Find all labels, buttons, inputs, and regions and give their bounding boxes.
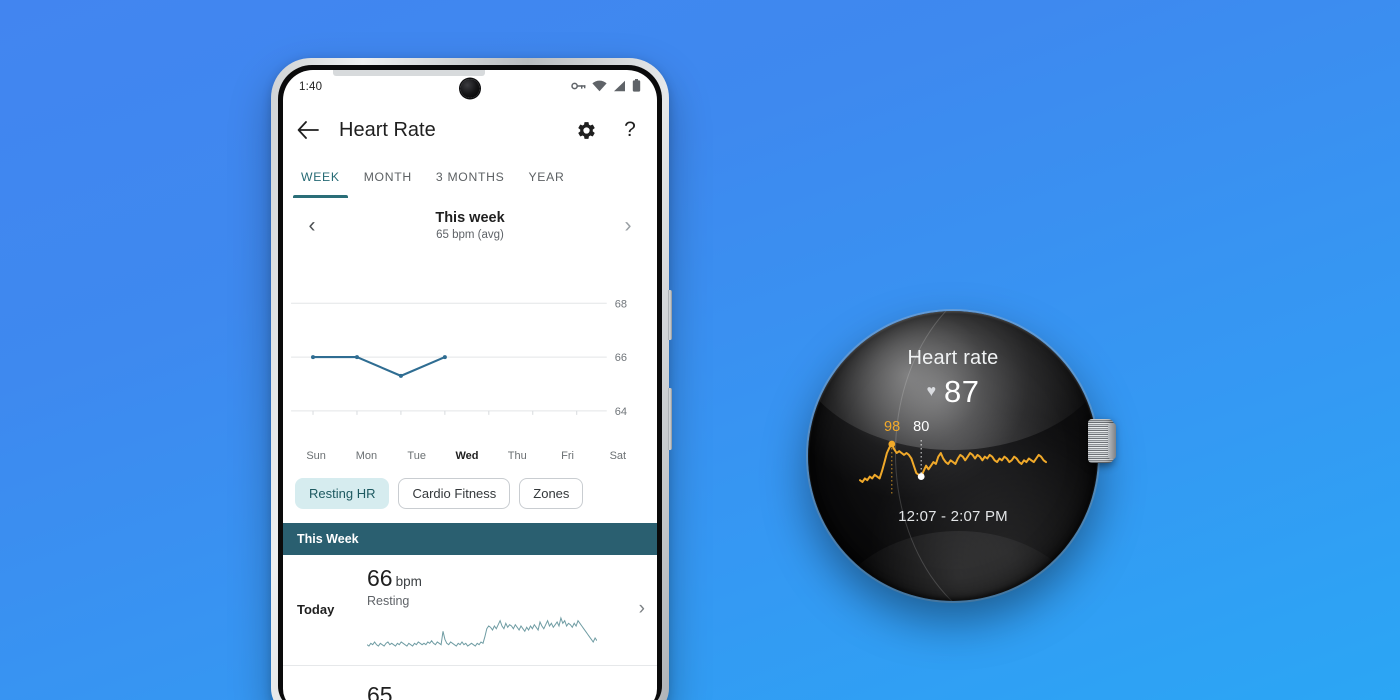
svg-text:68: 68	[615, 298, 627, 310]
watch-bpm-value: 87	[944, 374, 980, 409]
watch-max-bpm: 98	[884, 419, 901, 435]
watch-graph-guidelines	[891, 440, 922, 494]
tab-week[interactable]: WEEK	[289, 156, 352, 198]
smartwatch-device: Heart rate ♥ 87 98 80 12:07 - 2:07 PM	[808, 311, 1116, 601]
chart-y-tick-labels: 64 66 68	[615, 298, 627, 418]
front-camera-punch-hole	[460, 79, 480, 98]
svg-text:64: 64	[615, 406, 627, 418]
row-bpm-value: 66 bpm	[367, 565, 633, 592]
day-label-sat: Sat	[609, 450, 627, 462]
gear-icon[interactable]	[573, 117, 599, 143]
metric-filter-chips: Resting HR Cardio Fitness Zones	[283, 462, 657, 523]
wifi-icon	[592, 80, 607, 95]
row-day-label: Today	[297, 601, 335, 617]
sparkline-path	[366, 616, 598, 647]
watch-min-bpm: 80	[913, 419, 930, 435]
row-bpm-number: 65	[367, 681, 393, 700]
table-row[interactable]: Today 66 bpm Resting ›	[283, 555, 657, 666]
help-button[interactable]: ?	[617, 117, 643, 143]
status-bar-time: 1:40	[299, 81, 323, 93]
status-bar-icons	[571, 79, 641, 95]
phone-device: 1:40 Heart Rate ? WEEK MONTH 3 MONTHS YE…	[271, 58, 672, 700]
vpn-key-icon	[571, 80, 586, 95]
section-header-this-week: This Week	[283, 523, 657, 555]
tab-3-months[interactable]: 3 MONTHS	[424, 156, 517, 198]
phone-bezel: 1:40 Heart Rate ? WEEK MONTH 3 MONTHS YE…	[278, 65, 662, 700]
chip-zones[interactable]: Zones	[519, 478, 584, 509]
app-bar-actions: ?	[573, 117, 643, 143]
tab-year[interactable]: YEAR	[516, 156, 576, 198]
screenshot-stage: 1:40 Heart Rate ? WEEK MONTH 3 MONTHS YE…	[0, 0, 1400, 700]
chart-line-series	[311, 356, 446, 377]
watch-body: Heart rate ♥ 87 98 80 12:07 - 2:07 PM	[808, 311, 1098, 601]
period-label-group: This week 65 bpm (avg)	[323, 210, 617, 241]
row-content: 66 bpm Resting	[363, 565, 633, 653]
svg-text:66: 66	[615, 352, 627, 364]
chart-svg: 64 66 68	[291, 298, 627, 418]
watch-heart-rate-graph	[859, 440, 1047, 494]
watch-graph-line	[859, 443, 1047, 483]
row-content: 65	[363, 682, 639, 700]
chip-resting-hr[interactable]: Resting HR	[295, 478, 390, 509]
battery-icon	[632, 79, 641, 95]
phone-screen: 1:40 Heart Rate ? WEEK MONTH 3 MONTHS YE…	[283, 70, 657, 700]
day-label-sun: Sun	[306, 450, 326, 462]
tab-month[interactable]: MONTH	[352, 156, 424, 198]
next-period-button[interactable]: ›	[617, 215, 639, 236]
watch-min-max-labels: 98 80	[884, 419, 929, 435]
period-average: 65 bpm (avg)	[436, 229, 504, 241]
app-bar: Heart Rate ?	[283, 104, 657, 156]
time-range-tabs: WEEK MONTH 3 MONTHS YEAR	[283, 156, 657, 198]
day-label-tue: Tue	[407, 450, 426, 462]
watch-screen: Heart rate ♥ 87 98 80 12:07 - 2:07 PM	[808, 311, 1098, 601]
phone-antenna-band	[333, 70, 485, 76]
chip-cardio-fitness[interactable]: Cardio Fitness	[398, 478, 511, 509]
period-title: This week	[435, 210, 505, 226]
day-label-wed: Wed	[455, 450, 479, 462]
chart-gridlines	[291, 302, 607, 415]
cellular-signal-icon	[613, 80, 626, 95]
day-label-mon: Mon	[355, 450, 378, 462]
table-row[interactable]: 65	[283, 666, 657, 700]
watch-title: Heart rate	[907, 347, 999, 369]
row-bpm-value: 65	[367, 682, 639, 700]
row-bpm-unit: bpm	[395, 574, 422, 589]
chart-x-axis-labels: Sun Mon Tue Wed Thu Fri Sat	[283, 450, 657, 462]
row-bpm-number: 66	[367, 565, 393, 591]
heart-icon: ♥	[926, 383, 937, 400]
watch-graph-markers	[888, 440, 925, 480]
power-button[interactable]	[668, 290, 672, 340]
previous-period-button[interactable]: ‹	[301, 215, 323, 236]
volume-button[interactable]	[668, 388, 672, 450]
period-selector: ‹ This week 65 bpm (avg) ›	[283, 198, 657, 245]
row-sparkline	[366, 616, 598, 647]
watch-time-range: 12:07 - 2:07 PM	[898, 508, 1008, 525]
day-label-fri: Fri	[561, 450, 574, 462]
day-label-thu: Thu	[507, 450, 527, 462]
row-subtitle: Resting	[367, 594, 410, 608]
row-chevron-icon: ›	[638, 598, 645, 619]
back-button[interactable]	[295, 117, 321, 143]
page-title: Heart Rate	[339, 118, 436, 141]
watch-current-bpm-group: ♥ 87	[927, 374, 980, 410]
watch-crown-cap	[1108, 423, 1116, 459]
weekly-heart-rate-chart: 64 66 68	[283, 257, 657, 449]
